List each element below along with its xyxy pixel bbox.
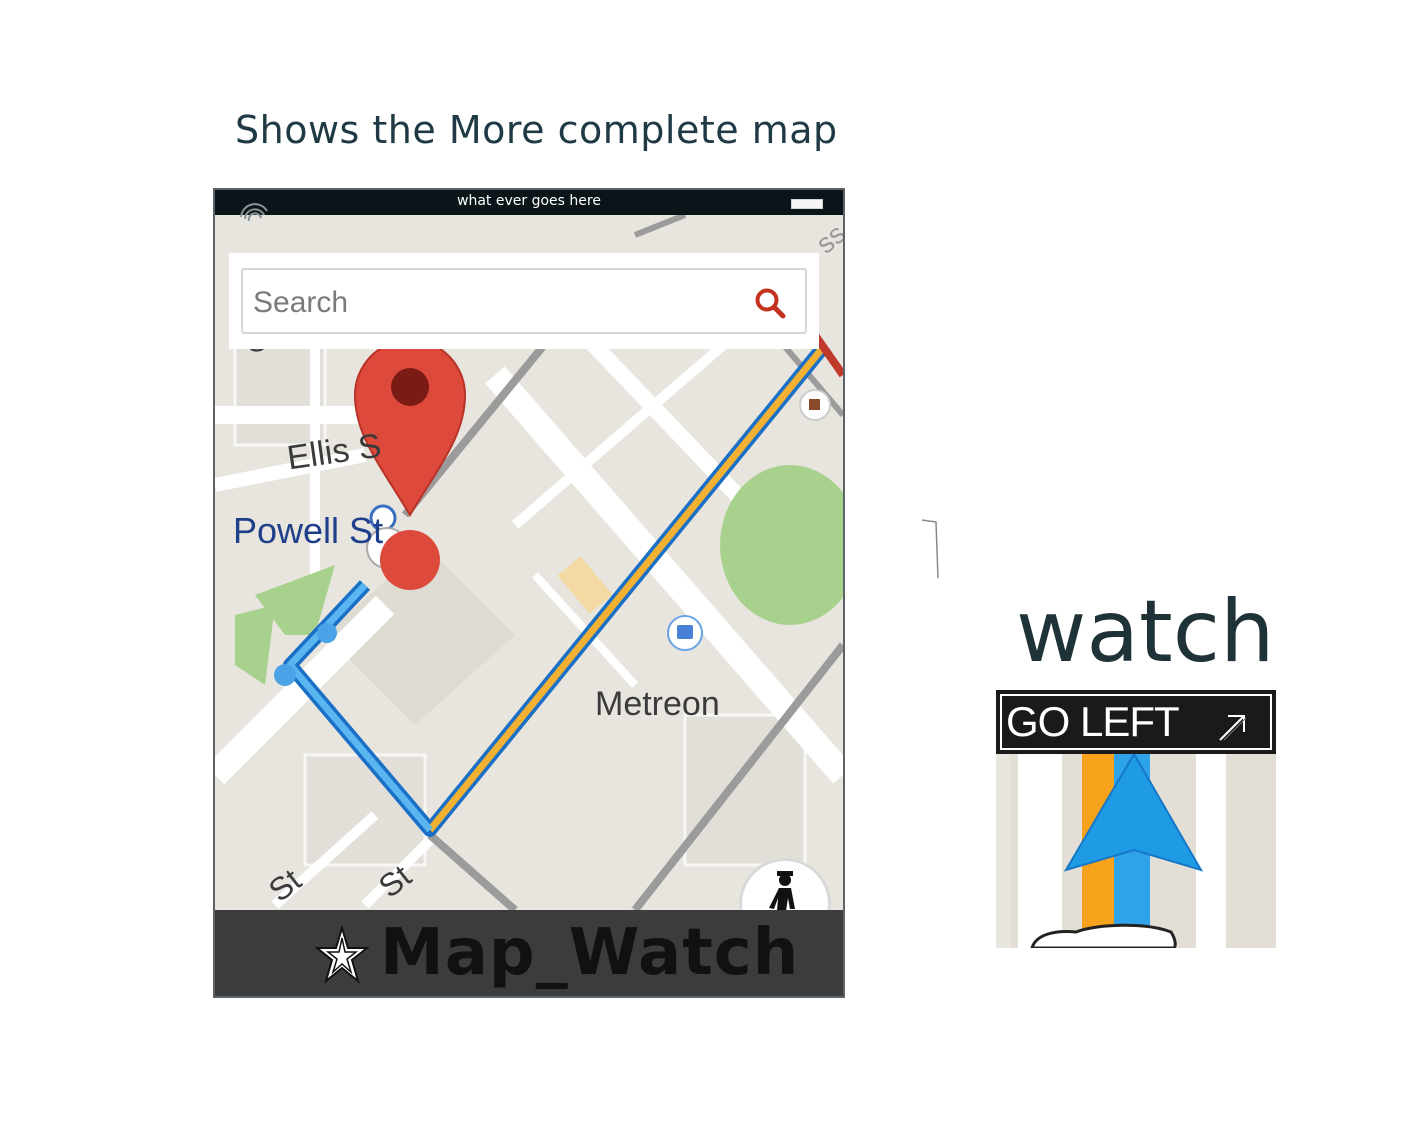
map-label-powell: Powell St bbox=[233, 510, 384, 551]
search-input[interactable] bbox=[251, 282, 735, 324]
status-text: what ever goes here bbox=[457, 193, 601, 209]
search-panel bbox=[229, 253, 819, 349]
star-icon[interactable] bbox=[315, 926, 369, 984]
watch-map bbox=[996, 754, 1276, 948]
app-title: Map_Watch bbox=[380, 916, 800, 990]
search-icon[interactable] bbox=[753, 286, 787, 320]
status-bar: what ever goes here bbox=[215, 190, 843, 222]
page-heading: Shows the More complete map bbox=[235, 108, 838, 152]
watch-heading: watch bbox=[1016, 582, 1275, 682]
map-view[interactable]: O'Farrell Ellis S Powell St Metreon St S… bbox=[215, 215, 843, 947]
battery-icon bbox=[791, 199, 823, 209]
direction-text: GO LEFT bbox=[1006, 698, 1180, 745]
search-box[interactable] bbox=[241, 268, 807, 334]
turn-arrow-icon bbox=[1219, 715, 1247, 741]
bottom-bar: Map_Watch bbox=[215, 910, 843, 996]
watch-screen: GO LEFT bbox=[996, 690, 1276, 948]
stray-mark bbox=[921, 519, 939, 579]
direction-banner: GO LEFT bbox=[996, 690, 1276, 754]
phone-mockup: O'Farrell Ellis S Powell St Metreon St S… bbox=[213, 188, 845, 998]
map-label-metreon: Metreon bbox=[595, 685, 720, 723]
